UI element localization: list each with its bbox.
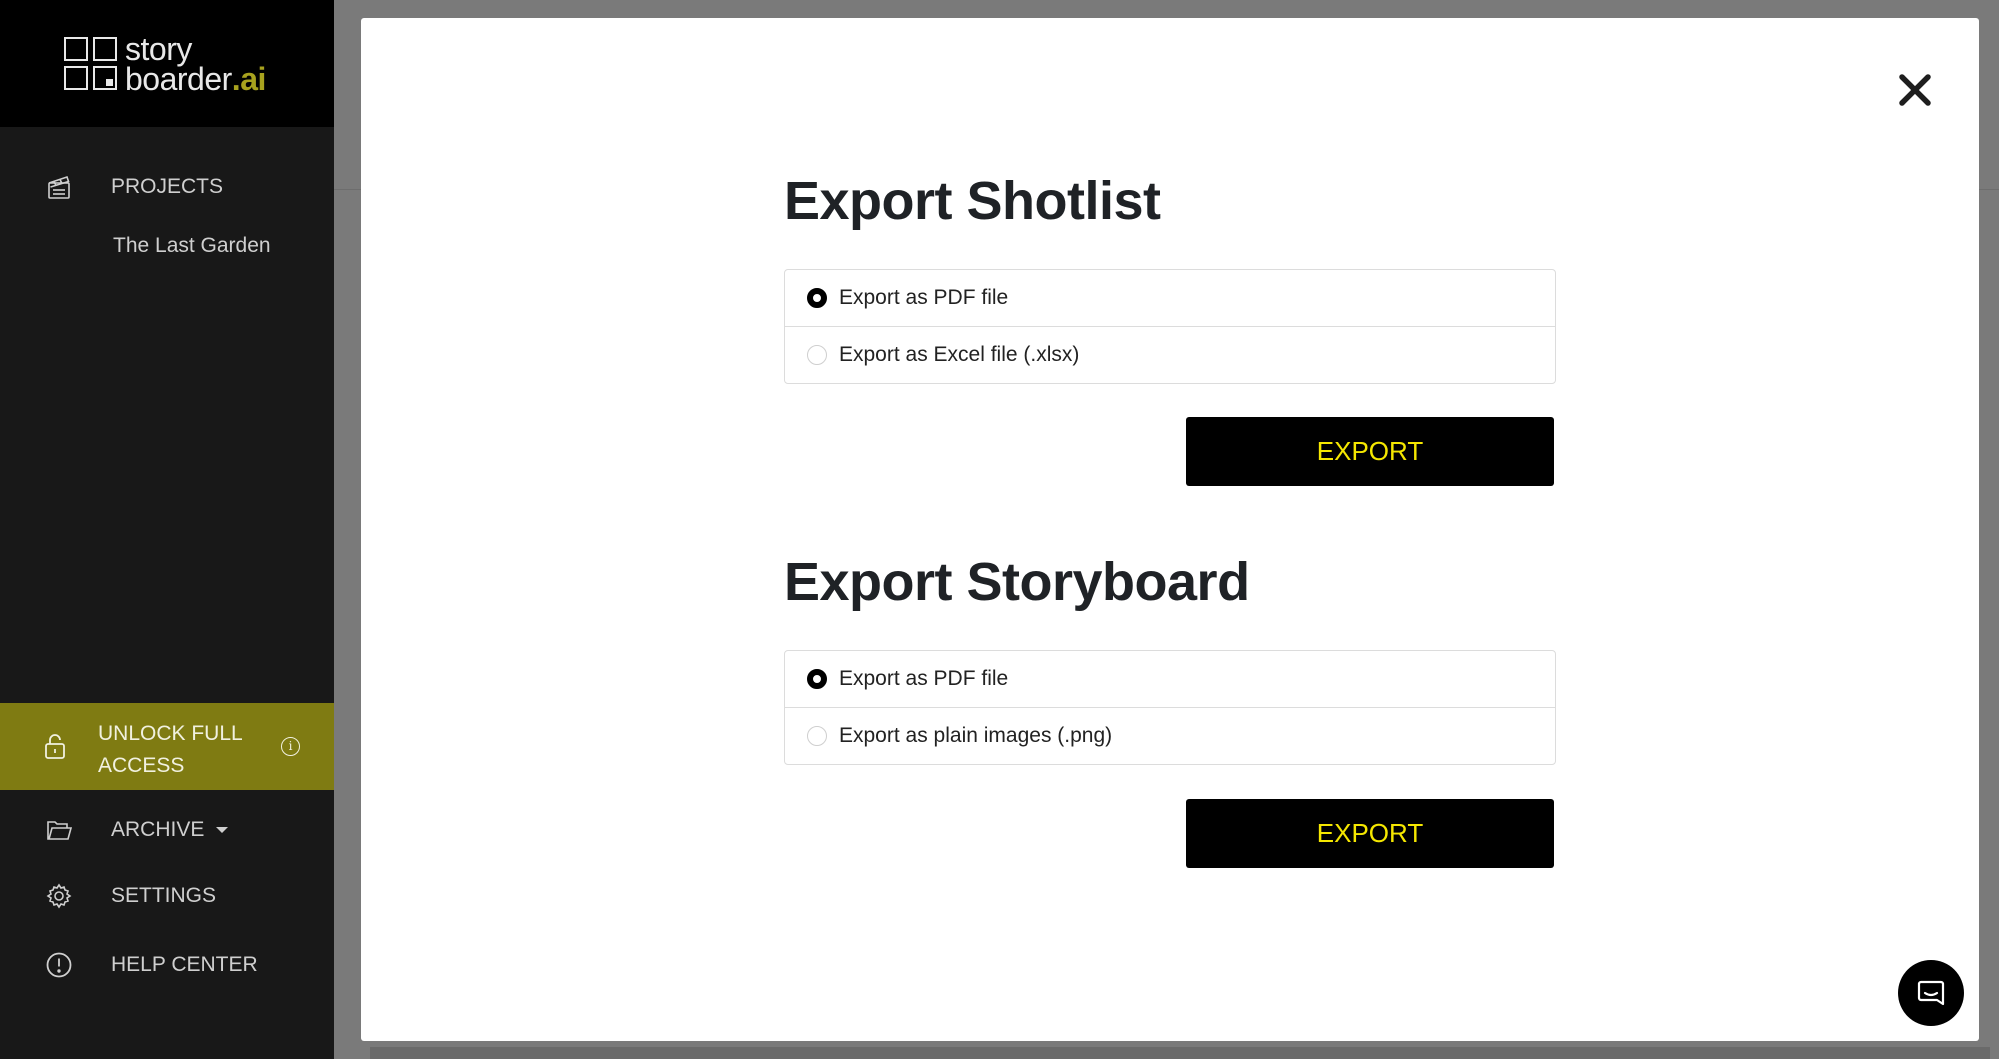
chat-bubble-icon (1917, 980, 1945, 1006)
storyboarder-logo[interactable]: story boarder.ai (64, 31, 266, 97)
radio-button[interactable] (807, 726, 827, 746)
radio-option-storyboard-pdf[interactable]: Export as PDF file (785, 651, 1555, 707)
chat-launcher-button[interactable] (1898, 960, 1964, 1026)
folder-icon (44, 815, 74, 845)
export-storyboard-button[interactable]: EXPORT (1186, 799, 1554, 868)
shotlist-format-options: Export as PDF file Export as Excel file … (784, 269, 1556, 384)
logo-text: story boarder.ai (125, 31, 266, 97)
unlock-label-line2: ACCESS (98, 754, 185, 777)
gear-icon (44, 881, 74, 911)
radio-button-checked[interactable] (807, 669, 827, 689)
background-content-strip (370, 1047, 1990, 1059)
option-label: Export as PDF file (839, 667, 1009, 690)
unlock-icon (42, 732, 68, 765)
storyboard-format-options: Export as PDF file Export as plain image… (784, 650, 1556, 765)
sidebar-item-label: SETTINGS (111, 884, 217, 907)
unlock-full-access-button[interactable]: UNLOCK FULL ACCESS i (0, 703, 334, 790)
sidebar-item-project[interactable]: The Last Garden (113, 234, 271, 258)
option-label: Export as plain images (.png) (839, 724, 1113, 747)
unlock-label-line1: UNLOCK FULL (98, 722, 243, 745)
radio-option-shotlist-excel[interactable]: Export as Excel file (.xlsx) (785, 326, 1555, 383)
radio-option-shotlist-pdf[interactable]: Export as PDF file (785, 270, 1555, 326)
radio-button[interactable] (807, 345, 827, 365)
sidebar-item-projects[interactable]: PROJECTS (0, 172, 334, 202)
radio-option-storyboard-png[interactable]: Export as plain images (.png) (785, 707, 1555, 764)
sidebar: story boarder.ai PROJECTS The Last Garde… (0, 0, 334, 1059)
info-icon[interactable]: i (281, 737, 300, 756)
export-storyboard-title: Export Storyboard (784, 552, 1250, 612)
clapperboard-icon (44, 172, 74, 202)
export-shotlist-button[interactable]: EXPORT (1186, 417, 1554, 486)
sidebar-item-label: ARCHIVE (111, 818, 205, 841)
export-modal: Export Shotlist Export as PDF file Expor… (361, 18, 1979, 1041)
sidebar-item-label: HELP CENTER (111, 953, 258, 976)
option-label: Export as PDF file (839, 286, 1009, 309)
chevron-down-icon (216, 827, 229, 834)
radio-button-checked[interactable] (807, 288, 827, 308)
option-label: Export as Excel file (.xlsx) (839, 343, 1080, 366)
alert-circle-icon (44, 950, 74, 980)
sidebar-item-settings[interactable]: SETTINGS (0, 881, 334, 911)
close-button[interactable] (1885, 60, 1945, 120)
sidebar-item-help-center[interactable]: HELP CENTER (0, 950, 334, 980)
logo-squares-icon (64, 37, 117, 90)
export-shotlist-title: Export Shotlist (784, 171, 1161, 231)
sidebar-item-archive[interactable]: ARCHIVE (0, 815, 334, 845)
sidebar-item-label: PROJECTS (111, 175, 224, 198)
logo-bar: story boarder.ai (0, 0, 334, 127)
close-icon (1899, 74, 1931, 106)
